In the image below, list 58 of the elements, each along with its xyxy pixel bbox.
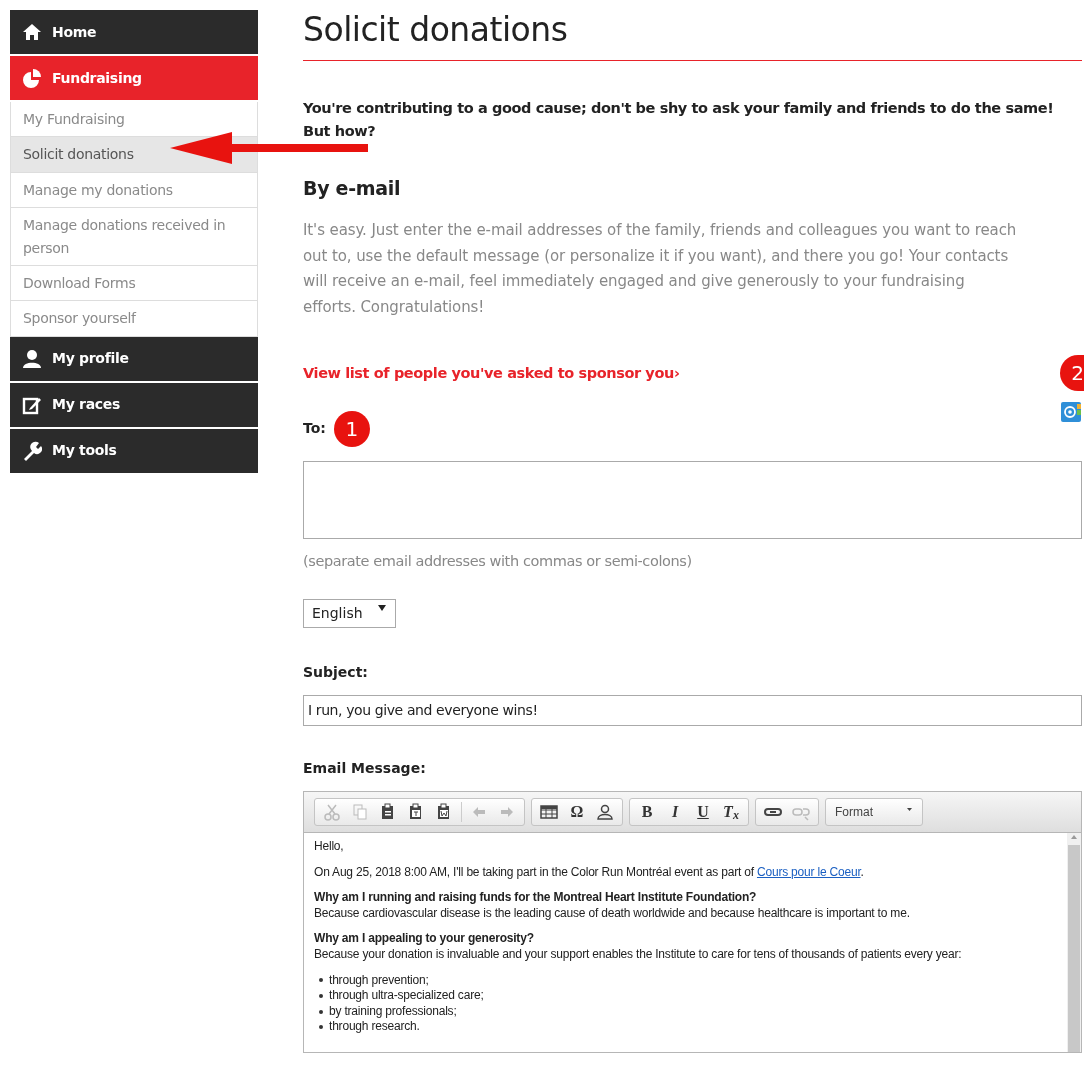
home-icon [22, 22, 42, 42]
description-text: It's easy. Just enter the e-mail addresses of the family, friends and colleagues you want to reach out to, use the default message (or personalize it if you want), and there you go! Your contacts will receive an e-mail, feel immediately engaged and give generously to your fundraising efforts. Congratulations! [303, 219, 1018, 319]
caret-icon [376, 602, 387, 613]
subject-field[interactable]: I run, you give and everyone wins! [303, 694, 1082, 726]
callout-badge: 1 [333, 410, 370, 447]
callout-badge: 2 [1060, 354, 1084, 391]
cut-icon [323, 802, 341, 821]
submenu-item[interactable]: Sponsor yourself [10, 301, 258, 337]
message-label: Email Message: [303, 758, 427, 778]
menu-item[interactable]: My tools [10, 428, 258, 473]
scroll-thumb[interactable] [1068, 844, 1080, 1052]
table-icon [540, 802, 558, 821]
rich-text-editor[interactable] [303, 790, 1082, 1053]
bullet-icon [318, 1007, 326, 1016]
bullet-item: by training professionals; [329, 1003, 457, 1018]
submenu-item[interactable]: Manage my donations [10, 172, 258, 209]
person-icon [596, 802, 614, 821]
menu-item[interactable]: Home [10, 10, 258, 54]
submenu-item[interactable]: My Fundraising [10, 102, 258, 138]
bullet-icon [318, 1023, 326, 1032]
person-icon [22, 348, 42, 369]
menu-item[interactable]: My profile [10, 336, 258, 381]
format-button[interactable]: B [633, 799, 661, 824]
wrench-icon [22, 440, 42, 461]
copy-icon [351, 802, 369, 821]
format-button[interactable]: I [661, 799, 689, 824]
answer-text: Because your donation is invaluable and your support enables the Institute to care for tens of thousands of patients every year: [314, 946, 963, 963]
recipients-field[interactable] [303, 460, 1082, 539]
contacts-icon[interactable] [1060, 400, 1082, 423]
intro-text: You're contributing to a good cause; don't be shy to ask your family and friends to do the same! But how? [303, 98, 1055, 141]
menu-item[interactable]: My races [10, 382, 258, 427]
bullet-icon [318, 976, 326, 985]
pie-chart-icon [22, 68, 42, 88]
format-button[interactable]: Ω [563, 799, 591, 824]
message-paragraph: On Aug 25, 2018 8:00 AM, I'll be taking part in the Color Run Montréal event as part of Cours pour le Coeur. [314, 864, 865, 881]
message-paragraph: Hello, [314, 838, 345, 855]
format-dropdown[interactable]: Format [829, 802, 919, 821]
section-heading: By e-mail [303, 176, 402, 200]
format-button[interactable]: T$_{x}$ [717, 799, 745, 824]
list-link[interactable]: View list of people you've asked to sponsor you› [303, 362, 680, 385]
bullet-item: through research. [329, 1019, 420, 1034]
answer-text: Because cardiovascular disease is the leading cause of death worldwide and because healthcare is important to me. [314, 905, 911, 922]
event-link[interactable]: Cours pour le Coeur [756, 864, 861, 879]
hint-text: (separate email addresses with commas or semi-colons) [303, 551, 692, 571]
bullet-icon [318, 991, 326, 1000]
to-label: To: [303, 419, 326, 439]
menu-item[interactable]: Fundraising [10, 56, 258, 100]
format-button[interactable]: U [689, 799, 717, 824]
page-title: Solicit donations [303, 10, 1082, 61]
submenu-item[interactable]: Manage donations received in person [10, 208, 258, 266]
bullet-item: through prevention; [329, 972, 429, 987]
question-heading: Why am I appealing to your generosity? [314, 931, 535, 947]
bullet-item: through ultra-specialized care; [329, 988, 484, 1003]
subject-label: Subject: [303, 662, 369, 682]
scrollbar[interactable] [1067, 832, 1081, 1052]
submenu-item[interactable]: Download Forms [10, 265, 258, 302]
question-heading: Why am I running and raising funds for the Montreal Heart Institute Foundation? [314, 890, 758, 906]
language-select[interactable]: English [303, 598, 396, 628]
